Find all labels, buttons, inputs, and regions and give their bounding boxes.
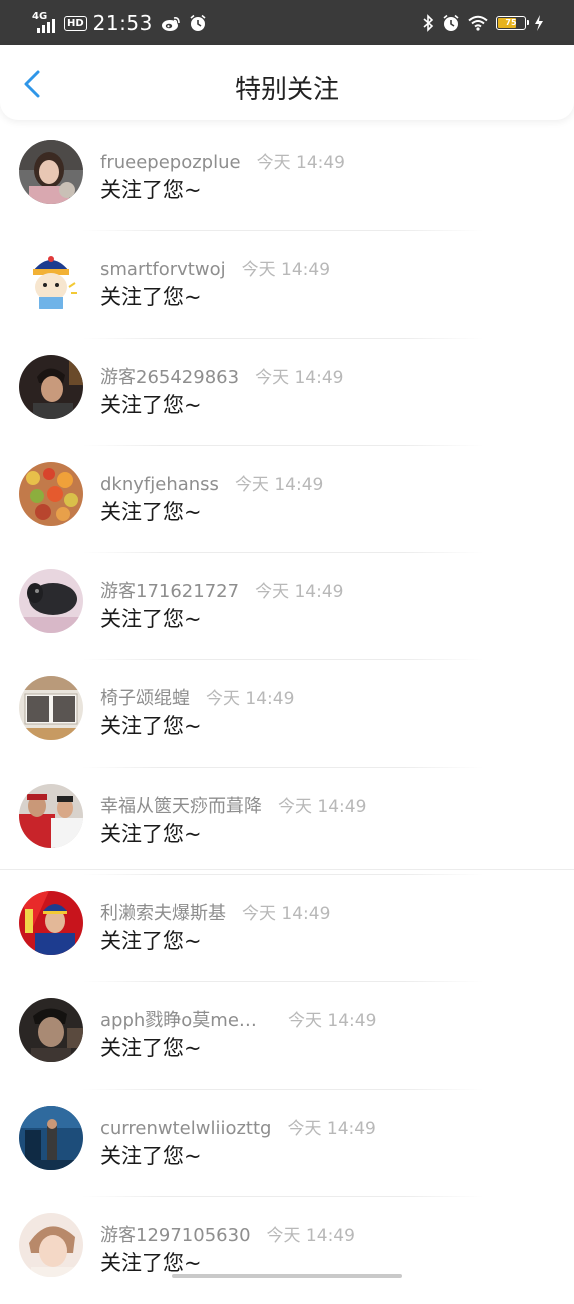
notification-message: 关注了您~ (100, 1036, 202, 1061)
status-bar: 4G HD 21:53 75 (0, 0, 574, 45)
user-name[interactable]: 椅子颂绲蝗 (100, 684, 190, 710)
list-item[interactable]: 利濑索夫爆斯基 今天 14:49 关注了您~ (0, 875, 574, 983)
status-bar-left: 4G HD 21:53 (32, 10, 207, 36)
list-item[interactable]: dknyfjehanss 今天 14:49 关注了您~ (0, 446, 574, 554)
timestamp: 今天 14:49 (241, 260, 331, 281)
list-item[interactable]: 游客265429863 今天 14:49 关注了您~ (0, 339, 574, 446)
avatar[interactable] (19, 140, 83, 204)
notification-message: 关注了您~ (100, 714, 202, 739)
avatar[interactable] (19, 569, 83, 634)
item-meta: 利濑索夫爆斯基 今天 14:49 (100, 899, 330, 925)
home-indicator[interactable] (172, 1274, 402, 1278)
list-item[interactable]: 游客171621727 今天 14:49 关注了您~ (0, 553, 574, 661)
item-meta: apph戮睁o莫me… 今天 14:49 (100, 1006, 376, 1032)
user-name[interactable]: apph戮睁o莫me… (100, 1006, 272, 1032)
special-follow-list: frueepepozplue 今天 14:49 关注了您~ smartforvt… (0, 124, 574, 1304)
list-item[interactable]: 幸福从篋天痧而葺降 今天 14:49 关注了您~ (0, 768, 574, 876)
timestamp: 今天 14:49 (287, 1118, 376, 1139)
item-meta: 游客265429863 今天 14:49 (100, 363, 343, 389)
timestamp: 今天 14:49 (206, 689, 295, 710)
list-item[interactable]: currenwtelwliiozttg 今天 14:49 关注了您~ (0, 1090, 574, 1197)
item-meta: smartforvtwoj 今天 14:49 (100, 255, 330, 280)
user-name[interactable]: 游客265429863 (100, 363, 239, 389)
timestamp: 今天 14:49 (242, 904, 331, 925)
alarm-icon (189, 14, 207, 32)
avatar[interactable] (19, 354, 83, 419)
user-name[interactable]: currenwtelwliiozttg (100, 1118, 271, 1139)
alarm-icon (442, 14, 460, 32)
avatar[interactable] (19, 247, 83, 312)
charging-icon (534, 15, 544, 31)
wifi-icon (468, 15, 488, 31)
avatar[interactable] (19, 676, 83, 741)
notification-message: 关注了您~ (100, 1143, 202, 1168)
user-name[interactable]: frueepepozplue (100, 152, 241, 173)
avatar[interactable] (19, 1212, 83, 1277)
notification-message: 关注了您~ (100, 499, 202, 524)
status-time: 21:53 (92, 11, 153, 35)
item-meta: 幸福从篋天痧而葺降 今天 14:49 (100, 792, 366, 818)
notification-message: 关注了您~ (100, 929, 202, 954)
timestamp: 今天 14:49 (278, 796, 367, 817)
timestamp: 今天 14:49 (234, 474, 324, 495)
signal-icon: 4G (32, 12, 60, 34)
weibo-icon (161, 15, 181, 32)
avatar[interactable] (19, 783, 83, 848)
list-item[interactable]: 椅子颂绲蝗 今天 14:49 关注了您~ (0, 660, 574, 768)
battery-level: 75 (505, 18, 517, 27)
user-name[interactable]: smartforvtwoj (100, 259, 226, 280)
item-meta: 游客1297105630 今天 14:49 (100, 1221, 355, 1247)
timestamp: 今天 14:49 (255, 367, 344, 388)
timestamp: 今天 14:49 (288, 1011, 377, 1032)
list-item[interactable]: 游客1297105630 今天 14:49 关注了您~ (0, 1197, 574, 1304)
list-item[interactable]: frueepepozplue 今天 14:49 关注了您~ (0, 124, 574, 232)
notification-message: 关注了您~ (100, 392, 202, 417)
battery-icon: 75 (496, 16, 529, 30)
status-bar-right: 75 (422, 10, 544, 36)
list-item[interactable]: apph戮睁o莫me… 今天 14:49 关注了您~ (0, 982, 574, 1090)
item-meta: 游客171621727 今天 14:49 (100, 577, 343, 603)
notification-message: 关注了您~ (100, 178, 202, 202)
item-meta: currenwtelwliiozttg 今天 14:49 (100, 1114, 376, 1139)
notification-message: 关注了您~ (100, 1250, 202, 1275)
timestamp: 今天 14:49 (256, 153, 345, 173)
list-item[interactable]: smartforvtwoj 今天 14:49 关注了您~ (0, 231, 574, 339)
item-meta: dknyfjehanss 今天 14:49 (100, 470, 323, 495)
page-title: 特别关注 (234, 75, 339, 105)
avatar[interactable] (19, 998, 83, 1063)
notification-message: 关注了您~ (100, 821, 202, 846)
item-meta: 椅子颂绲蝗 今天 14:49 (100, 684, 294, 710)
user-name[interactable]: dknyfjehanss (100, 474, 219, 495)
bluetooth-icon (422, 14, 434, 32)
item-meta: frueepepozplue 今天 14:49 (100, 148, 345, 173)
notification-message: 关注了您~ (100, 607, 202, 632)
timestamp: 今天 14:49 (266, 1225, 355, 1246)
avatar[interactable] (19, 1105, 83, 1170)
timestamp: 今天 14:49 (255, 582, 344, 603)
avatar[interactable] (19, 461, 83, 526)
user-name[interactable]: 游客171621727 (100, 577, 239, 603)
divider (0, 869, 574, 870)
hd-badge: HD (64, 15, 87, 31)
avatar[interactable] (19, 891, 83, 956)
top-nav-bar: 特别关注 (0, 45, 574, 120)
notification-message: 关注了您~ (100, 285, 202, 310)
user-name[interactable]: 利濑索夫爆斯基 (100, 899, 226, 925)
user-name[interactable]: 幸福从篋天痧而葺降 (100, 792, 262, 818)
user-name[interactable]: 游客1297105630 (100, 1221, 251, 1247)
